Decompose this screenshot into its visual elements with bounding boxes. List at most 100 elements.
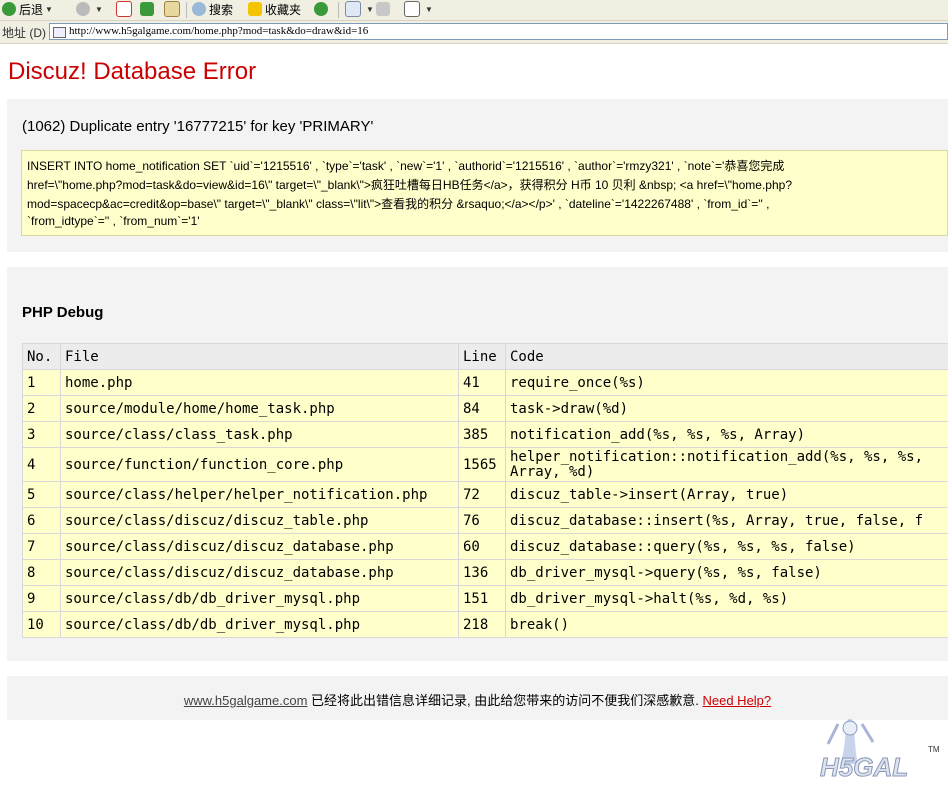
table-row: 3source/class/class_task.php385notificat… [23, 422, 948, 448]
debug-panel: PHP Debug No. File Line Code 1home.php41… [7, 267, 948, 661]
logo-trademark: TM [928, 745, 940, 754]
refresh-icon [140, 2, 154, 16]
error-title: Discuz! Database Error [8, 58, 256, 86]
sql-line: `from_idtype`='' , `from_num`='1' [27, 214, 200, 228]
cell-code: notification_add(%s, %s, %s, Array) [506, 422, 948, 448]
browser-toolbar: 后退 ▼ ▼ 搜索 收藏夹 ▼ ▼ [0, 0, 948, 21]
header-line: Line [459, 344, 506, 370]
table-row: 5source/class/helper/helper_notification… [23, 482, 948, 508]
cell-code: require_once(%s) [506, 370, 948, 396]
table-row: 9source/class/db/db_driver_mysql.php151d… [23, 586, 948, 612]
cell-no: 2 [23, 396, 61, 422]
cell-code: discuz_database::query(%s, %s, %s, false… [506, 534, 948, 560]
address-bar: 地址 (D) http://www.h5galgame.com/home.php… [0, 21, 948, 44]
back-button[interactable]: 后退 ▼ [2, 0, 53, 18]
cell-file: source/class/discuz/discuz_database.php [61, 560, 459, 586]
debug-table: No. File Line Code 1home.php41require_on… [22, 343, 948, 638]
logo-text: H5GAL [820, 752, 908, 782]
cell-file: source/class/class_task.php [61, 422, 459, 448]
cell-file: source/class/db/db_driver_mysql.php [61, 612, 459, 638]
cell-file: source/class/helper/helper_notification.… [61, 482, 459, 508]
printer-icon [376, 2, 390, 16]
table-row: 1home.php41require_once(%s) [23, 370, 948, 396]
edit-document-icon [404, 1, 420, 17]
cell-code: task->draw(%d) [506, 396, 948, 422]
cell-line: 60 [459, 534, 506, 560]
debug-table-body: 1home.php41require_once(%s)2source/modul… [23, 370, 948, 638]
toolbar-divider [186, 2, 187, 18]
stop-button[interactable] [116, 0, 135, 18]
footer-message: 已经将此出错信息详细记录, 由此给您带来的访问不便我们深感歉意. [307, 693, 702, 708]
search-icon [192, 2, 206, 16]
sql-line: href=\"home.php?mod=task&do=view&id=16\"… [27, 176, 792, 193]
cell-file: source/module/home/home_task.php [61, 396, 459, 422]
table-row: 8source/class/discuz/discuz_database.php… [23, 560, 948, 586]
cell-line: 41 [459, 370, 506, 396]
cell-line: 151 [459, 586, 506, 612]
cell-no: 9 [23, 586, 61, 612]
cell-no: 4 [23, 448, 61, 482]
table-row: 4source/function/function_core.php1565he… [23, 448, 948, 482]
favorites-label: 收藏夹 [265, 1, 301, 18]
h5gal-logo: H5GAL TM [818, 714, 948, 784]
cell-no: 5 [23, 482, 61, 508]
sql-line: INSERT INTO home_notification SET `uid`=… [27, 157, 784, 174]
debug-title: PHP Debug [22, 304, 103, 321]
cell-line: 84 [459, 396, 506, 422]
cell-no: 6 [23, 508, 61, 534]
search-button[interactable]: 搜索 [192, 0, 233, 18]
table-row: 10source/class/db/db_driver_mysql.php218… [23, 612, 948, 638]
cell-code: discuz_database::insert(%s, Array, true,… [506, 508, 948, 534]
cell-no: 8 [23, 560, 61, 586]
back-arrow-icon [2, 2, 16, 16]
need-help-link[interactable]: Need Help? [702, 693, 771, 708]
chevron-down-icon: ▼ [366, 5, 374, 14]
cell-line: 76 [459, 508, 506, 534]
search-label: 搜索 [209, 1, 233, 18]
cell-file: source/class/discuz/discuz_database.php [61, 534, 459, 560]
chevron-down-icon: ▼ [95, 5, 103, 14]
cell-code: db_driver_mysql->halt(%s, %d, %s) [506, 586, 948, 612]
table-row: 7source/class/discuz/discuz_database.php… [23, 534, 948, 560]
header-no: No. [23, 344, 61, 370]
home-button[interactable] [164, 0, 183, 18]
table-row: 2source/module/home/home_task.php84task-… [23, 396, 948, 422]
cell-file: source/function/function_core.php [61, 448, 459, 482]
table-row: 6source/class/discuz/discuz_table.php76d… [23, 508, 948, 534]
cell-line: 136 [459, 560, 506, 586]
favorites-button[interactable]: 收藏夹 [248, 0, 301, 18]
home-icon [164, 1, 180, 17]
footer-panel: www.h5galgame.com 已经将此出错信息详细记录, 由此给您带来的访… [7, 676, 948, 720]
cell-no: 3 [23, 422, 61, 448]
mail-icon [345, 1, 361, 17]
mail-button[interactable]: ▼ [345, 0, 374, 18]
cell-code: db_driver_mysql->query(%s, %s, false) [506, 560, 948, 586]
chevron-down-icon: ▼ [425, 5, 433, 14]
edit-button[interactable]: ▼ [404, 0, 433, 18]
cell-code: helper_notification::notification_add(%s… [506, 448, 948, 482]
history-icon [314, 2, 328, 16]
cell-line: 1565 [459, 448, 506, 482]
page-icon [53, 27, 66, 38]
logo-graphic: H5GAL TM [818, 714, 948, 784]
history-button[interactable] [314, 0, 331, 18]
sql-line: mod=spacecp&ac=credit&op=base\" target=\… [27, 195, 770, 212]
back-label: 后退 [19, 1, 43, 18]
header-code: Code [506, 344, 948, 370]
site-link[interactable]: www.h5galgame.com [184, 693, 308, 708]
cell-line: 385 [459, 422, 506, 448]
toolbar-divider [338, 2, 339, 18]
address-input[interactable]: http://www.h5galgame.com/home.php?mod=ta… [49, 23, 948, 40]
error-panel: (1062) Duplicate entry '16777215' for ke… [7, 99, 948, 252]
cell-file: home.php [61, 370, 459, 396]
header-file: File [61, 344, 459, 370]
forward-button[interactable]: ▼ [76, 0, 103, 18]
refresh-button[interactable] [140, 0, 157, 18]
error-message: (1062) Duplicate entry '16777215' for ke… [22, 118, 373, 135]
chevron-down-icon: ▼ [45, 5, 53, 14]
cell-line: 218 [459, 612, 506, 638]
cell-no: 1 [23, 370, 61, 396]
print-button[interactable] [376, 0, 393, 18]
footer-text: www.h5galgame.com 已经将此出错信息详细记录, 由此给您带来的访… [7, 690, 948, 709]
stop-icon [116, 1, 132, 17]
